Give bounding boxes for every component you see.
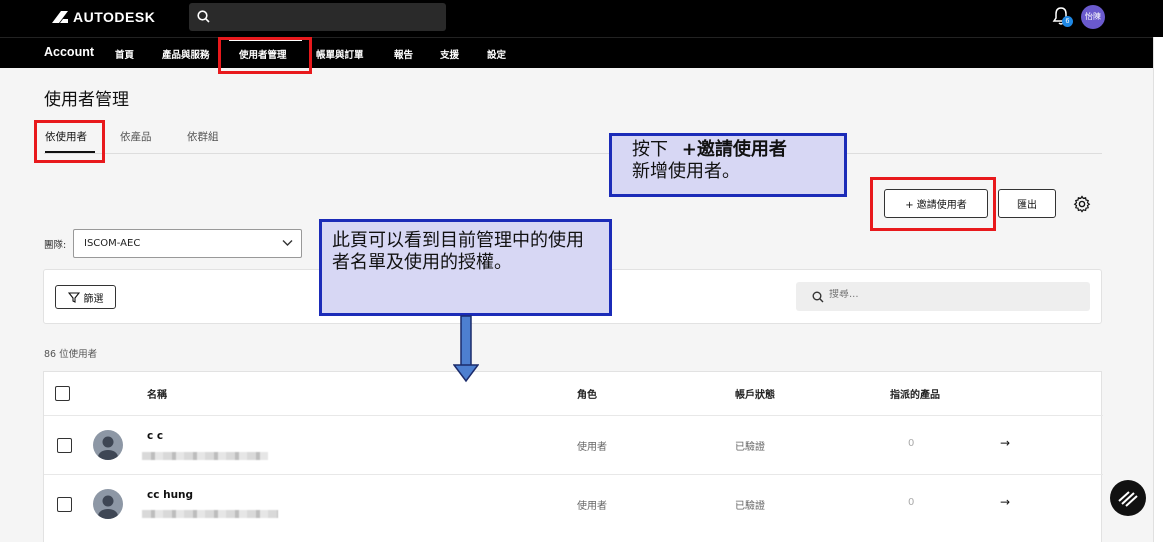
user-count: 86 位使用者: [44, 349, 98, 360]
nav-item-products-services[interactable]: 產品與服務: [162, 47, 210, 61]
tabs-divider: [44, 153, 1102, 154]
invite-note-prefix: 按下: [632, 139, 668, 160]
export-button[interactable]: 匯出: [998, 189, 1056, 218]
notification-badge: 6: [1062, 16, 1073, 27]
team-label: 團隊:: [44, 240, 67, 251]
nav-item-settings[interactable]: 設定: [487, 47, 506, 61]
global-search-input[interactable]: [189, 3, 446, 31]
filter-button-label: 篩選: [83, 293, 104, 305]
invite-note-line1: 按下 +邀請使用者: [632, 139, 844, 161]
assigned-products-count: 0: [908, 497, 915, 508]
nav-item-reports[interactable]: 報告: [394, 47, 413, 61]
autodesk-logo[interactable]: AUTODESK: [52, 9, 155, 25]
autodesk-logo-icon: [52, 11, 68, 23]
row-divider: [44, 474, 1103, 475]
search-icon: [812, 291, 824, 303]
highlight-nav-user-management: [218, 37, 312, 74]
nav-item-support[interactable]: 支援: [440, 47, 459, 61]
filter-icon: [67, 291, 80, 303]
column-header-status[interactable]: 帳戶狀態: [735, 386, 775, 401]
tab-by-group[interactable]: 依群組: [187, 129, 219, 144]
down-arrow-icon: [453, 315, 479, 383]
user-avatar[interactable]: 怡陳: [1081, 5, 1105, 29]
team-select[interactable]: ISCOM-AEC: [73, 229, 302, 258]
user-email-redacted: [142, 452, 268, 460]
user-role: 使用者: [577, 501, 607, 512]
chat-stripes-icon: [1118, 491, 1138, 507]
select-all-checkbox[interactable]: [55, 386, 70, 401]
brand-name: AUTODESK: [73, 9, 156, 25]
page-scrollbar[interactable]: [1153, 37, 1163, 542]
row-checkbox[interactable]: [57, 497, 72, 512]
users-table: 名稱 角色 帳戶狀態 指派的產品 c c 使用者 已驗證 0 → cc hung: [43, 371, 1103, 542]
person-silhouette-icon: [98, 495, 118, 519]
filter-button[interactable]: 篩選: [55, 285, 116, 309]
user-name[interactable]: cc hung: [147, 489, 193, 501]
main-nav: Account 首頁 產品與服務 使用者管理 帳單與訂單 報告 支援 設定: [0, 37, 1163, 68]
nav-item-billing-orders[interactable]: 帳單與訂單: [316, 47, 364, 61]
user-email-redacted: [142, 510, 278, 518]
row-checkbox[interactable]: [57, 438, 72, 453]
row-arrow-icon[interactable]: →: [1000, 495, 1010, 509]
page-title: 使用者管理: [44, 90, 129, 110]
avatar: [93, 430, 123, 460]
row-arrow-icon[interactable]: →: [1000, 436, 1010, 450]
tab-by-product[interactable]: 依產品: [120, 129, 152, 144]
user-list-explanation-callout: 此頁可以看到目前管理中的使用者名單及使用的授權。: [319, 219, 612, 316]
nav-account[interactable]: Account: [44, 45, 94, 59]
account-status: 已驗證: [735, 442, 765, 453]
account-status: 已驗證: [735, 501, 765, 512]
column-header-name[interactable]: 名稱: [147, 386, 167, 401]
chevron-down-icon: [282, 240, 293, 246]
team-select-value: ISCOM-AEC: [84, 238, 141, 249]
help-chat-button[interactable]: [1110, 480, 1146, 516]
highlight-invite-button: [870, 177, 996, 231]
user-role: 使用者: [577, 442, 607, 453]
top-bar: AUTODESK 6 怡陳: [0, 0, 1163, 37]
search-icon: [197, 10, 210, 23]
column-header-role[interactable]: 角色: [577, 386, 597, 401]
user-search-input[interactable]: [829, 289, 1069, 300]
highlight-tab-by-user: [34, 120, 105, 163]
invite-note-bold: +邀請使用者: [681, 139, 787, 160]
assigned-products-count: 0: [908, 438, 915, 449]
user-name[interactable]: c c: [147, 430, 163, 442]
avatar: [93, 489, 123, 519]
column-header-products[interactable]: 指派的產品: [890, 386, 940, 401]
user-search-field[interactable]: [796, 282, 1090, 311]
nav-item-home[interactable]: 首頁: [115, 47, 134, 61]
invite-note-line2: 新增使用者。: [632, 161, 740, 182]
row-divider: [44, 415, 1103, 416]
person-silhouette-icon: [98, 436, 118, 460]
gear-icon[interactable]: [1073, 195, 1091, 213]
invite-instruction-callout: 按下 +邀請使用者 新增使用者。: [609, 133, 847, 197]
